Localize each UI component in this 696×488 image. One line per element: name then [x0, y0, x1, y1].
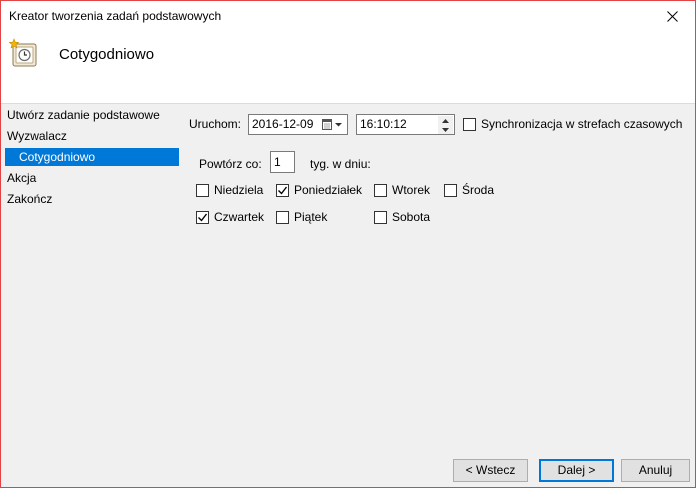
step-trigger[interactable]: Wyzwalacz [7, 127, 67, 145]
repeat-weeks-input[interactable]: 1 [270, 151, 295, 173]
back-button[interactable]: < Wstecz [453, 459, 528, 482]
step-weekly[interactable]: Cotygodniowo [5, 148, 179, 166]
day-friday-checkbox[interactable] [276, 211, 289, 224]
day-thursday-label: Czwartek [214, 210, 265, 224]
start-date-value: 2016-12-09 [252, 117, 314, 131]
start-time-field[interactable]: 16:10:12 [356, 114, 455, 135]
window-title: Kreator tworzenia zadań podstawowych [9, 9, 222, 23]
start-date-picker[interactable]: 2016-12-09 [248, 114, 348, 135]
step-label: Wyzwalacz [7, 129, 67, 143]
day-wednesday-checkbox[interactable] [444, 184, 457, 197]
calendar-dropdown-icon[interactable] [322, 119, 344, 130]
repeat-suffix-label: tyg. w dniu: [310, 157, 371, 171]
scheduled-task-clock-icon [8, 38, 37, 67]
day-saturday-label: Sobota [392, 210, 431, 224]
time-spin-down[interactable] [438, 125, 453, 134]
day-tuesday-label: Wtorek [392, 183, 431, 197]
close-button[interactable] [649, 1, 695, 31]
checkmark-icon [278, 186, 288, 195]
arrow-down-icon [442, 127, 449, 132]
day-wednesday-label: Środa [462, 183, 495, 197]
title-bar[interactable]: Kreator tworzenia zadań podstawowych [1, 1, 695, 31]
step-finish[interactable]: Zakończ [7, 190, 52, 208]
time-spin-up[interactable] [438, 116, 453, 125]
next-button[interactable]: Dalej > [539, 459, 614, 482]
day-tuesday-checkbox[interactable] [374, 184, 387, 197]
step-label: Akcja [7, 171, 37, 185]
step-label: Utwórz zadanie podstawowe [7, 108, 160, 122]
repeat-weeks-value: 1 [274, 155, 281, 169]
page-title: Cotygodniowo [59, 46, 155, 63]
arrow-up-icon [442, 118, 449, 123]
day-friday-label: Piątek [294, 210, 328, 224]
close-icon [666, 10, 678, 22]
day-thursday-checkbox[interactable] [196, 211, 209, 224]
checkmark-icon [198, 213, 208, 222]
start-label: Uruchom: [189, 117, 242, 131]
day-monday-checkbox[interactable] [276, 184, 289, 197]
sync-timezones-checkbox[interactable] [463, 118, 476, 131]
wizard-header: Cotygodniowo [1, 31, 695, 104]
start-time-value: 16:10:12 [360, 117, 407, 131]
step-create-basic-task[interactable]: Utwórz zadanie podstawowe [7, 106, 160, 124]
day-sunday-checkbox[interactable] [196, 184, 209, 197]
cancel-button[interactable]: Anuluj [621, 459, 690, 482]
step-action[interactable]: Akcja [7, 169, 36, 187]
day-saturday-checkbox[interactable] [374, 211, 387, 224]
day-sunday-label: Niedziela [214, 183, 264, 197]
step-label: Zakończ [7, 192, 53, 206]
sync-timezones-label: Synchronizacja w strefach czasowych [481, 117, 683, 131]
step-label: Cotygodniowo [19, 150, 96, 164]
day-monday-label: Poniedziałek [294, 183, 363, 197]
repeat-label: Powtórz co: [199, 157, 262, 171]
wizard-window: Kreator tworzenia zadań podstawowych Cot… [0, 0, 696, 488]
